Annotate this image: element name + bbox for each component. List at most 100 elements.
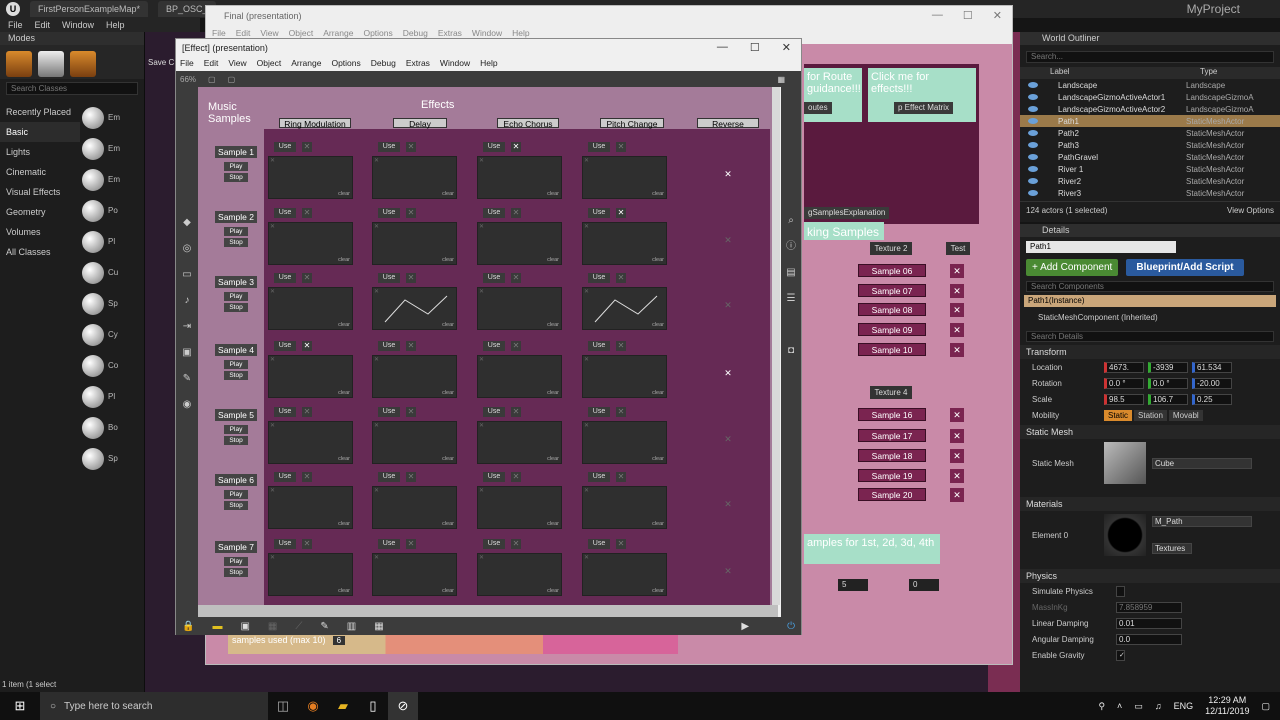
play-icon[interactable]: ▶ [741, 621, 749, 632]
effect-parameter-box[interactable]: ✕ clear [372, 287, 457, 330]
clear-button[interactable]: clear [547, 588, 559, 594]
reverse-checkbox[interactable]: ✕ [722, 433, 734, 445]
placeable-item[interactable]: Pl [82, 381, 144, 412]
windows-start-icon[interactable]: ⊞ [0, 692, 40, 720]
outliner-row[interactable]: River2 StaticMeshActor [1020, 175, 1280, 187]
outliner-row[interactable]: River 1 StaticMeshActor [1020, 163, 1280, 175]
maximize-icon[interactable]: ☐ [963, 9, 973, 22]
minimize-icon[interactable]: — [932, 9, 943, 22]
box-close-icon[interactable]: ✕ [479, 223, 484, 230]
use-toggle[interactable]: Use [588, 407, 610, 417]
use-toggle[interactable]: Use [378, 539, 400, 549]
outliner-search-input[interactable]: Search... [1026, 51, 1274, 63]
mobility-stationary[interactable]: Station [1134, 409, 1167, 421]
use-toggle[interactable]: Use [588, 208, 610, 218]
effect-parameter-box[interactable]: ✕ clear [582, 553, 667, 596]
reverse-checkbox[interactable]: ✕ [722, 565, 734, 577]
placeable-item[interactable]: Cy [82, 319, 144, 350]
grid-icon[interactable]: ▦ [777, 75, 785, 84]
effect-parameter-box[interactable]: ✕ clear [477, 156, 562, 199]
use-checkbox[interactable]: ✕ [511, 273, 521, 283]
visibility-eye-icon[interactable] [1028, 154, 1038, 160]
final-menu-item[interactable]: Object [289, 28, 314, 38]
effect-parameter-box[interactable]: ✕ clear [477, 355, 562, 398]
effect-parameter-box[interactable]: ✕ clear [582, 156, 667, 199]
mixer-icon[interactable]: ▥ [347, 621, 356, 632]
book-icon[interactable]: ▤ [785, 267, 797, 279]
toggle-x[interactable]: ✕ [950, 323, 964, 337]
visibility-eye-icon[interactable] [1028, 142, 1038, 148]
power-icon[interactable]: ⏻ [787, 621, 795, 632]
placeable-item[interactable]: Em [82, 133, 144, 164]
use-toggle[interactable]: Use [378, 142, 400, 152]
outliner-row[interactable]: LandscapeGizmoActiveActor2 LandscapeGizmo… [1020, 103, 1280, 115]
use-checkbox[interactable]: ✕ [511, 208, 521, 218]
actor-name-field[interactable]: Path1 [1026, 241, 1176, 253]
box-close-icon[interactable]: ✕ [479, 487, 484, 494]
clear-button[interactable]: clear [442, 521, 454, 527]
outliner-row[interactable]: Path3 StaticMeshActor [1020, 139, 1280, 151]
cube-icon[interactable]: ◆ [181, 217, 193, 229]
placeable-item[interactable]: Cu [82, 257, 144, 288]
clear-button[interactable]: clear [442, 257, 454, 263]
outliner-row[interactable]: LandscapeGizmoActiveActor1 LandscapeGizmo… [1020, 91, 1280, 103]
sample-16-button[interactable]: Sample 16 [858, 408, 926, 421]
box-close-icon[interactable]: ✕ [584, 223, 589, 230]
simulate-physics-checkbox[interactable] [1116, 585, 1125, 597]
use-checkbox[interactable]: ✕ [406, 539, 416, 549]
info-icon[interactable]: ⓘ [785, 241, 797, 253]
play-button[interactable]: Play [224, 490, 248, 499]
effect-parameter-box[interactable]: ✕ clear [268, 287, 353, 330]
static-mesh-section[interactable]: Static Mesh [1020, 425, 1280, 439]
effect-parameter-box[interactable]: ✕ clear [477, 421, 562, 464]
use-toggle[interactable]: Use [588, 341, 610, 351]
sample-button[interactable]: Sample 3 [215, 276, 257, 288]
toggle-x[interactable]: ✕ [950, 264, 964, 278]
view-options-button[interactable]: View Options [1227, 206, 1274, 215]
tag-icon[interactable]: ✎ [181, 373, 193, 385]
final-menu-item[interactable]: Options [363, 28, 392, 38]
texture-4-button[interactable]: Texture 4 [870, 386, 912, 399]
sample-07-button[interactable]: Sample 07 [858, 284, 926, 297]
volume-icon[interactable]: ♫ [1155, 701, 1162, 711]
texture-2-button[interactable]: Texture 2 [870, 242, 912, 255]
category-volumes[interactable]: Volumes [0, 222, 80, 242]
visibility-eye-icon[interactable] [1028, 166, 1038, 172]
message-icon[interactable]: ⇥ [181, 321, 193, 333]
clear-button[interactable]: clear [547, 322, 559, 328]
category-basic[interactable]: Basic [0, 122, 80, 142]
clear-button[interactable]: clear [547, 521, 559, 527]
search-components-input[interactable]: Search Components [1026, 281, 1274, 292]
box-close-icon[interactable]: ✕ [584, 554, 589, 561]
clear-button[interactable]: clear [442, 390, 454, 396]
sample-button[interactable]: Sample 7 [215, 541, 257, 553]
physics-section[interactable]: Physics [1020, 569, 1280, 583]
effect-parameter-box[interactable]: ✕ clear [268, 553, 353, 596]
reverse-checkbox[interactable]: ✕ [722, 367, 734, 379]
effect-parameter-box[interactable]: ✕ clear [582, 486, 667, 529]
blueprint-add-script-button[interactable]: Blueprint/Add Script [1126, 259, 1244, 276]
chevron-up-icon[interactable]: ˄ [1117, 701, 1122, 711]
effect-matrix-button[interactable]: p Effect Matrix [894, 102, 953, 114]
camera-icon[interactable]: ◘ [785, 345, 797, 357]
routes-button[interactable]: outes [804, 102, 832, 114]
effect-parameter-box[interactable]: ✕ clear [372, 222, 457, 265]
menu-window[interactable]: Window [62, 20, 94, 30]
plug-icon[interactable]: ◉ [181, 399, 193, 411]
box-close-icon[interactable]: ✕ [374, 554, 379, 561]
visibility-eye-icon[interactable] [1028, 82, 1038, 88]
copy-icon[interactable]: ▣ [240, 621, 249, 632]
component-row[interactable]: StaticMeshComponent (Inherited) [1020, 307, 1280, 328]
outliner-row[interactable]: Path2 StaticMeshActor [1020, 127, 1280, 139]
use-checkbox[interactable]: ✕ [511, 407, 521, 417]
sample-08-button[interactable]: Sample 08 [858, 303, 926, 316]
use-toggle[interactable]: Use [588, 142, 610, 152]
clear-button[interactable]: clear [547, 390, 559, 396]
use-checkbox[interactable]: ✕ [406, 142, 416, 152]
clear-button[interactable]: clear [652, 390, 664, 396]
final-menu-item[interactable]: Edit [236, 28, 251, 38]
category-lights[interactable]: Lights [0, 142, 80, 162]
clear-button[interactable]: clear [338, 257, 350, 263]
reverse-checkbox[interactable]: ✕ [722, 498, 734, 510]
people-icon[interactable]: ⚲ [1098, 701, 1105, 712]
